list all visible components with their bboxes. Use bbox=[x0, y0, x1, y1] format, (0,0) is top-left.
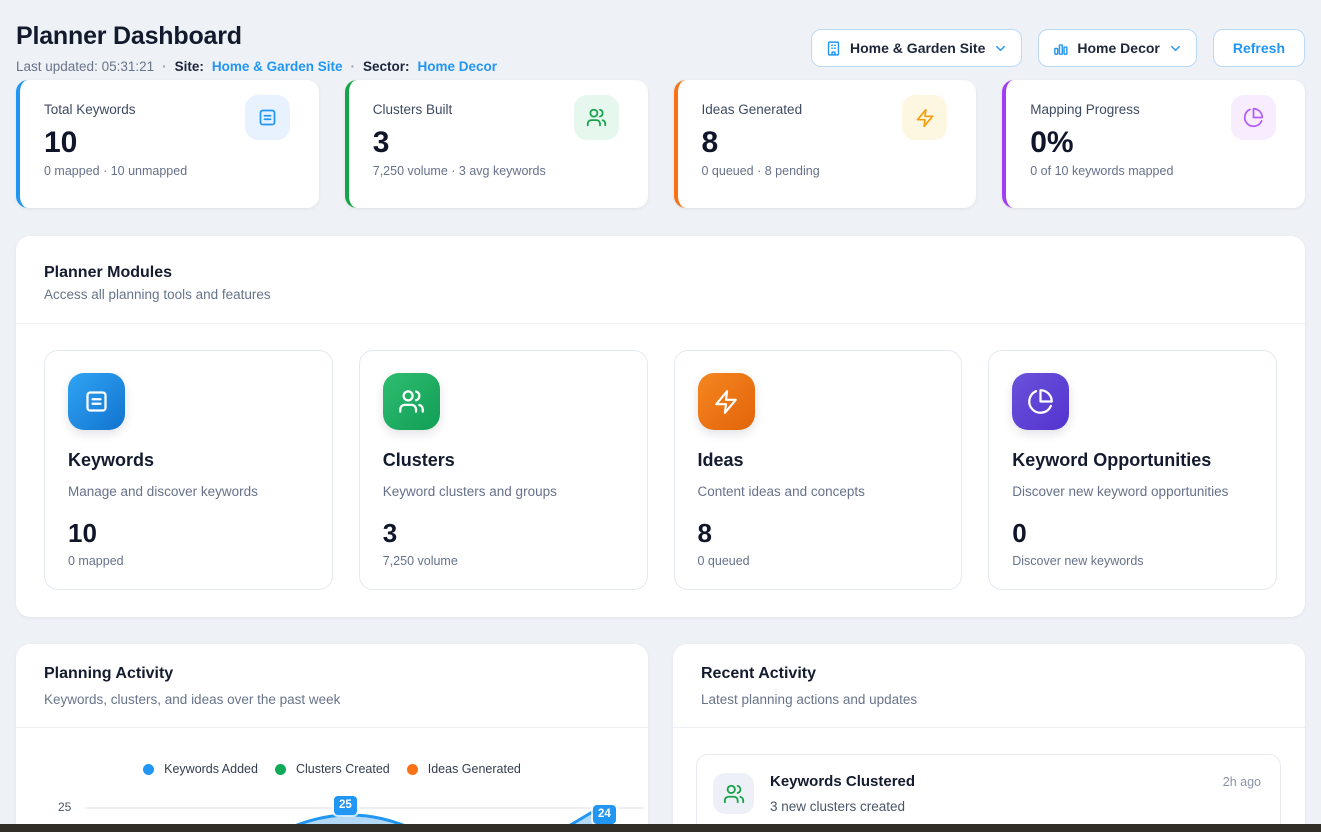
bottom-dark-strip bbox=[0, 824, 1321, 832]
recent-activity-title: Recent Activity bbox=[701, 665, 1277, 683]
recent-activity-subtitle: Latest planning actions and updates bbox=[701, 692, 1277, 707]
module-card-ideas[interactable]: Ideas Content ideas and concepts 8 0 que… bbox=[674, 350, 963, 590]
document-icon bbox=[68, 373, 125, 430]
planning-activity-title: Planning Activity bbox=[44, 665, 620, 683]
pie-chart-icon bbox=[1012, 373, 1069, 430]
area-chart bbox=[16, 728, 652, 829]
stat-card-total-keywords: Total Keywords 10 0 mapped · 10 unmapped bbox=[16, 80, 319, 208]
users-icon bbox=[383, 373, 440, 430]
stats-row: Total Keywords 10 0 mapped · 10 unmapped… bbox=[16, 80, 1305, 208]
pie-chart-icon bbox=[1231, 95, 1276, 140]
separator-dot: · bbox=[162, 59, 167, 74]
building-icon bbox=[825, 40, 842, 57]
last-updated-text: Last updated: 05:31:21 bbox=[16, 59, 154, 74]
planner-modules-panel: Planner Modules Access all planning tool… bbox=[16, 236, 1305, 617]
sector-link[interactable]: Home Decor bbox=[417, 59, 497, 74]
activity-chart: Keywords Added Clusters Created Ideas Ge… bbox=[16, 728, 648, 829]
planning-activity-subtitle: Keywords, clusters, and ideas over the p… bbox=[44, 692, 620, 707]
users-icon bbox=[574, 95, 619, 140]
zap-icon bbox=[698, 373, 755, 430]
sector-selector[interactable]: Home Decor bbox=[1038, 29, 1196, 67]
page-meta: Last updated: 05:31:21 · Site: Home & Ga… bbox=[16, 59, 497, 74]
stat-card-mapping-progress: Mapping Progress 0% 0 of 10 keywords map… bbox=[1002, 80, 1305, 208]
site-label: Site: bbox=[175, 59, 204, 74]
site-link[interactable]: Home & Garden Site bbox=[212, 59, 343, 74]
module-card-keyword-opportunities[interactable]: Keyword Opportunities Discover new keywo… bbox=[988, 350, 1277, 590]
site-selector[interactable]: Home & Garden Site bbox=[811, 29, 1022, 67]
point-label-24: 24 bbox=[593, 805, 616, 824]
separator-dot: · bbox=[350, 59, 355, 74]
chevron-down-icon bbox=[993, 41, 1008, 56]
module-card-keywords[interactable]: Keywords Manage and discover keywords 10… bbox=[44, 350, 333, 590]
planner-dashboard-page: Planner Dashboard Last updated: 05:31:21… bbox=[0, 0, 1321, 832]
users-icon bbox=[713, 773, 754, 814]
chevron-down-icon bbox=[1168, 41, 1183, 56]
bar-chart-icon bbox=[1052, 40, 1069, 57]
refresh-button[interactable]: Refresh bbox=[1213, 29, 1305, 67]
planning-activity-panel: Planning Activity Keywords, clusters, an… bbox=[16, 644, 648, 832]
page-header: Planner Dashboard Last updated: 05:31:21… bbox=[16, 0, 1305, 74]
module-card-clusters[interactable]: Clusters Keyword clusters and groups 3 7… bbox=[359, 350, 648, 590]
document-icon bbox=[245, 95, 290, 140]
stat-card-ideas-generated: Ideas Generated 8 0 queued · 8 pending bbox=[674, 80, 977, 208]
page-title: Planner Dashboard bbox=[16, 22, 497, 51]
point-label-25: 25 bbox=[334, 796, 357, 815]
zap-icon bbox=[902, 95, 947, 140]
activity-item-keywords-clustered[interactable]: Keywords Clustered 3 new clusters create… bbox=[696, 754, 1281, 832]
modules-title: Planner Modules bbox=[44, 264, 1277, 282]
stat-card-clusters-built: Clusters Built 3 7,250 volume · 3 avg ke… bbox=[345, 80, 648, 208]
recent-activity-panel: Recent Activity Latest planning actions … bbox=[673, 644, 1305, 832]
activity-time: 2h ago bbox=[1223, 775, 1261, 789]
sector-label: Sector: bbox=[363, 59, 410, 74]
modules-subtitle: Access all planning tools and features bbox=[44, 287, 1277, 302]
